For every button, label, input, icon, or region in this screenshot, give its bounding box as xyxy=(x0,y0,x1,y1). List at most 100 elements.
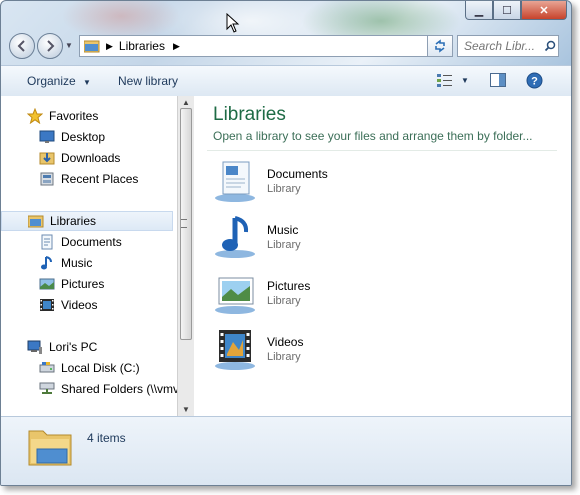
desktop-icon xyxy=(39,130,55,143)
new-library-button[interactable]: New library xyxy=(118,74,178,88)
library-name: Documents xyxy=(267,167,328,181)
breadcrumb-separator-icon[interactable]: ▶ xyxy=(106,41,113,52)
nav-item-local-disk[interactable]: Local Disk (C:) xyxy=(39,358,140,378)
nav-item-desktop[interactable]: Desktop xyxy=(39,127,105,147)
back-button[interactable] xyxy=(9,33,35,59)
nav-item-label: Videos xyxy=(61,298,98,312)
address-bar[interactable]: ▶ Libraries ▶ ▼ xyxy=(79,35,449,57)
videos-icon xyxy=(40,299,54,311)
library-view: Libraries Open a library to see your fil… xyxy=(195,96,571,416)
search-input[interactable] xyxy=(462,38,544,54)
forward-button[interactable] xyxy=(37,33,63,59)
recent-places-icon xyxy=(40,172,54,186)
nav-item-label: Local Disk (C:) xyxy=(61,361,140,375)
organize-button[interactable]: Organize ▼ xyxy=(27,74,91,88)
recent-pages-chevron-icon[interactable]: ▼ xyxy=(65,41,73,50)
scroll-down-arrow-icon[interactable]: ▼ xyxy=(182,405,190,414)
library-name: Pictures xyxy=(267,279,311,293)
nav-item-recent-places[interactable]: Recent Places xyxy=(39,169,138,189)
pictures-icon xyxy=(39,278,55,290)
library-type: Library xyxy=(267,239,301,251)
help-icon: ? xyxy=(526,72,543,89)
page-subtitle: Open a library to see your files and arr… xyxy=(213,129,533,143)
libraries-folder-icon xyxy=(84,40,100,53)
content-area: Favorites Desktop Downloads Recent Place… xyxy=(1,96,571,416)
library-name: Videos xyxy=(267,335,304,349)
computer-icon xyxy=(27,340,42,354)
library-name: Music xyxy=(267,223,299,237)
nav-item-downloads[interactable]: Downloads xyxy=(39,148,120,168)
library-item-documents[interactable]: Documents Library xyxy=(213,158,413,206)
item-count: 4 items xyxy=(87,431,126,445)
nav-favorites[interactable]: Favorites xyxy=(27,106,98,126)
header-divider xyxy=(207,150,557,151)
breadcrumb-separator-icon[interactable]: ▶ xyxy=(173,41,180,52)
nav-item-label: Documents xyxy=(61,235,122,249)
preview-pane-icon xyxy=(490,73,506,87)
close-button[interactable]: ✕ xyxy=(521,1,567,20)
navigation-bar: ▼ ▶ Libraries ▶ ▼ xyxy=(9,33,564,59)
view-details-icon xyxy=(437,74,452,87)
music-icon xyxy=(41,256,52,270)
nav-item-music[interactable]: Music xyxy=(39,253,92,273)
favorites-star-icon xyxy=(27,108,43,124)
nav-item-label: Desktop xyxy=(61,130,106,144)
mouse-pointer-icon xyxy=(226,13,240,33)
nav-item-label: Recent Places xyxy=(61,172,139,186)
minimize-button[interactable]: ▁ xyxy=(465,1,493,20)
documents-icon xyxy=(41,234,53,250)
libraries-icon xyxy=(28,215,44,228)
library-type: Library xyxy=(267,183,301,195)
navigation-pane: Favorites Desktop Downloads Recent Place… xyxy=(1,96,177,416)
nav-computer-label: Lori's PC xyxy=(49,340,98,354)
refresh-button[interactable] xyxy=(427,35,453,57)
svg-text:?: ? xyxy=(531,76,538,88)
explorer-window: ▁ ☐ ✕ ▼ ▶ Libraries ▶ ▼ Organize ▼ xyxy=(0,0,572,486)
libraries-folder-large-icon xyxy=(28,430,72,466)
search-box[interactable] xyxy=(457,35,559,57)
nav-computer[interactable]: Lori's PC xyxy=(27,337,97,357)
nav-item-documents[interactable]: Documents xyxy=(39,232,122,252)
nav-libraries[interactable]: Libraries xyxy=(1,211,173,231)
preview-pane-button[interactable] xyxy=(490,73,506,90)
caption-buttons: ▁ ☐ ✕ xyxy=(465,1,567,20)
nav-item-label: Music xyxy=(61,256,93,270)
help-button[interactable]: ? xyxy=(526,72,543,92)
details-pane: 4 items xyxy=(1,416,571,485)
nav-libraries-label: Libraries xyxy=(50,214,97,228)
videos-library-icon xyxy=(215,330,255,370)
search-icon[interactable] xyxy=(544,40,556,52)
nav-item-label: Pictures xyxy=(61,277,105,291)
library-item-videos[interactable]: Videos Library xyxy=(213,326,413,374)
downloads-icon xyxy=(39,152,55,165)
back-arrow-icon xyxy=(17,40,25,52)
scroll-up-arrow-icon[interactable]: ▲ xyxy=(182,98,190,107)
refresh-icon xyxy=(435,39,445,53)
nav-item-pictures[interactable]: Pictures xyxy=(39,274,104,294)
nav-item-videos[interactable]: Videos xyxy=(39,295,97,315)
view-dropdown-icon[interactable]: ▼ xyxy=(461,76,469,85)
pictures-library-icon xyxy=(215,277,255,314)
local-disk-icon xyxy=(39,362,55,373)
nav-item-label: Downloads xyxy=(61,151,121,165)
music-library-icon xyxy=(215,216,255,258)
address-path[interactable]: Libraries xyxy=(119,39,165,53)
library-type: Library xyxy=(267,351,301,363)
shared-folders-icon xyxy=(39,382,55,394)
command-bar: Organize ▼ New library ▼ ? xyxy=(1,65,571,97)
nav-favorites-label: Favorites xyxy=(49,109,99,123)
forward-arrow-icon xyxy=(47,40,55,52)
maximize-button[interactable]: ☐ xyxy=(493,1,521,20)
library-type: Library xyxy=(267,295,301,307)
library-item-pictures[interactable]: Pictures Library xyxy=(213,270,413,318)
nav-item-label: Shared Folders (\\vmv xyxy=(61,382,177,396)
scrollbar-grip-icon xyxy=(181,219,187,228)
view-options-button[interactable] xyxy=(437,73,453,90)
documents-library-icon xyxy=(215,161,255,202)
nav-item-shared-folders[interactable]: Shared Folders (\\vmv xyxy=(39,379,177,399)
page-title: Libraries xyxy=(213,104,286,125)
organize-dropdown-icon: ▼ xyxy=(83,78,91,87)
library-item-music[interactable]: Music Library xyxy=(213,214,413,262)
organize-label: Organize xyxy=(27,74,76,88)
nav-scrollbar[interactable]: ▲ ▼ xyxy=(177,96,194,416)
